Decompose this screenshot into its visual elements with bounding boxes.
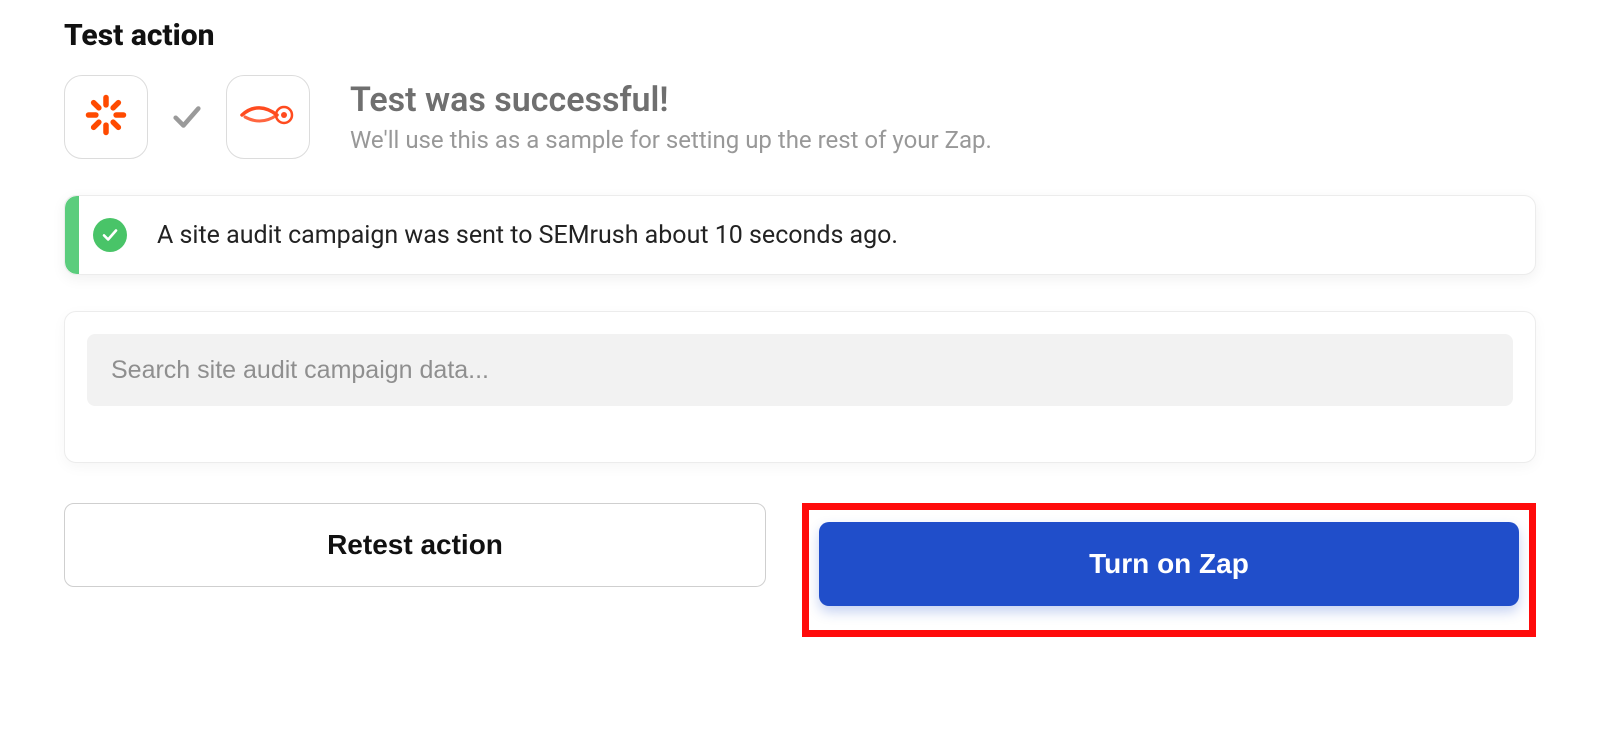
zapier-icon [83,92,129,142]
success-accent-bar [65,196,79,274]
app-tile-zapier [64,75,148,159]
search-input[interactable] [87,334,1513,406]
checkmark-icon [170,100,204,134]
semrush-icon [238,98,298,136]
status-subtitle: We'll use this as a sample for setting u… [350,126,992,154]
status-row: Test was successful! We'll use this as a… [64,75,1536,159]
status-text: Test was successful! We'll use this as a… [350,80,992,154]
button-row: Retest action Turn on Zap [64,503,1536,637]
turn-on-zap-button[interactable]: Turn on Zap [819,522,1519,606]
turn-on-zap-highlight: Turn on Zap [802,503,1536,637]
result-message: A site audit campaign was sent to SEMrus… [157,221,898,250]
app-tile-semrush [226,75,310,159]
section-title: Test action [64,18,1536,53]
success-check-icon [93,218,127,252]
retest-action-button[interactable]: Retest action [64,503,766,587]
result-card[interactable]: A site audit campaign was sent to SEMrus… [64,195,1536,275]
test-action-panel: Test action [0,0,1600,677]
status-title: Test was successful! [350,80,992,120]
search-panel [64,311,1536,463]
